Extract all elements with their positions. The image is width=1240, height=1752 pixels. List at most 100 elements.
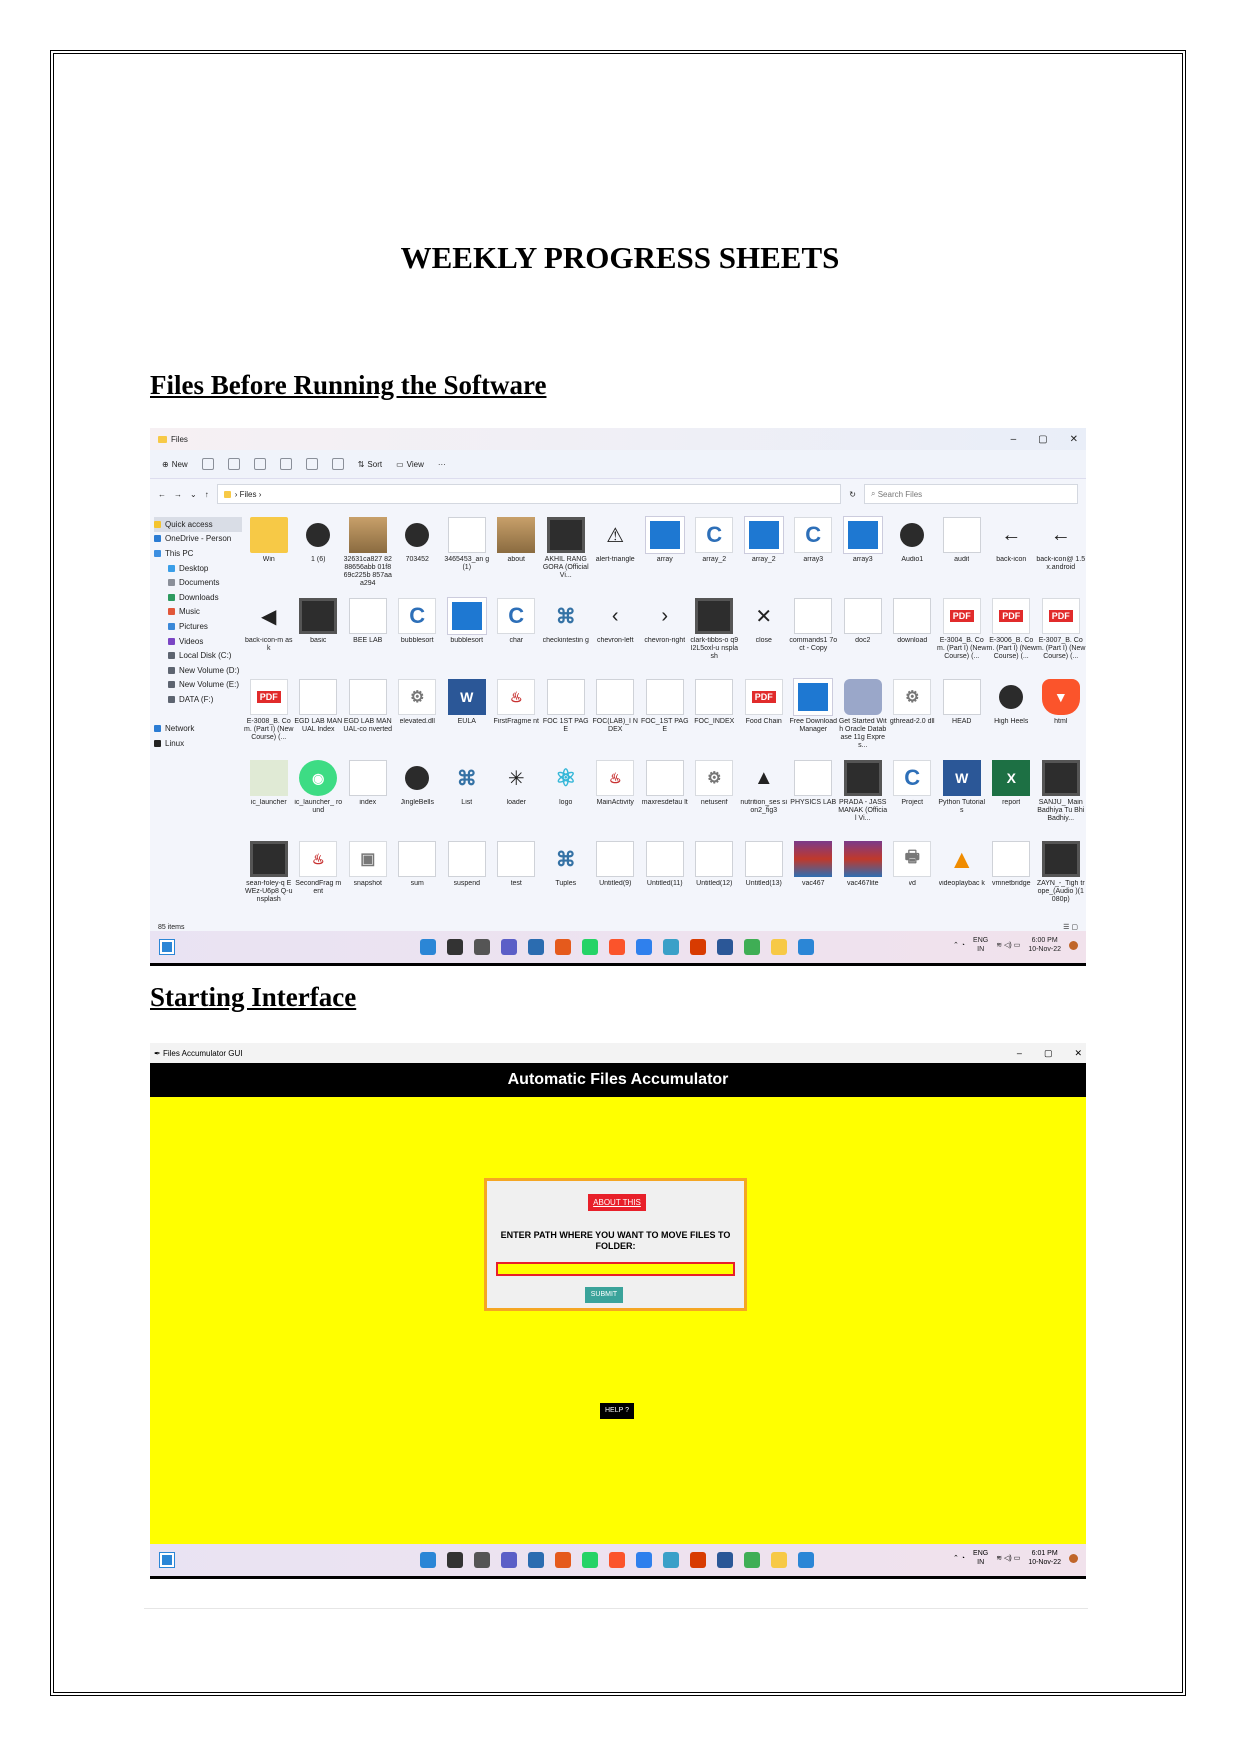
file-item[interactable]: ← back-icon@ 1.5x.android (1036, 513, 1086, 594)
file-item[interactable]: suspend (442, 837, 492, 918)
close-icon[interactable]: ✕ (1074, 1048, 1082, 1059)
taskbar-app-icon[interactable] (798, 939, 814, 955)
file-item[interactable]: › chevron-right (640, 594, 690, 675)
sidebar-item[interactable]: Videos (154, 634, 242, 649)
sidebar-item[interactable]: Documents (154, 575, 242, 590)
file-item[interactable]: array (640, 513, 690, 594)
taskbar-app-icon[interactable] (717, 939, 733, 955)
sidebar-item[interactable]: Linux (154, 736, 242, 751)
taskbar-app-icon[interactable] (744, 939, 760, 955)
file-item[interactable]: ◉ ic_launcher_ round (294, 756, 344, 837)
address-bar[interactable]: › Files › (216, 484, 842, 504)
file-item[interactable]: maxresdefau lt (640, 756, 690, 837)
file-item[interactable]: sean-foley-q EWEz-U6p8 Q-unsplash (244, 837, 294, 918)
close-icon[interactable]: ✕ (1070, 434, 1078, 445)
file-item[interactable]: JingleBells (393, 756, 443, 837)
file-item[interactable]: ⌘ checkintestin g (541, 594, 591, 675)
chevron-up-icon[interactable]: ⌃ ◔ (953, 941, 965, 949)
file-item[interactable]: ♨ FirstFragme nt (492, 675, 542, 756)
taskbar-app-icon[interactable] (555, 939, 571, 955)
cut-icon[interactable] (201, 458, 214, 470)
taskbar-app-icon[interactable] (528, 1552, 544, 1568)
forward-arrow-icon[interactable]: → (174, 490, 182, 499)
file-item[interactable]: AKHIL RANG GORA (Official Vi... (541, 513, 591, 594)
notification-icon[interactable] (1069, 1553, 1078, 1563)
taskbar-app-icon[interactable] (798, 1552, 814, 1568)
taskbar-app-icon[interactable] (690, 1552, 706, 1568)
taskbar-app-icon[interactable] (663, 1552, 679, 1568)
file-item[interactable]: FOC 1ST PAGE (541, 675, 591, 756)
sidebar-item[interactable]: Network (154, 721, 242, 736)
file-item[interactable]: ▲ nutrition_ses sion2_fig3 (739, 756, 789, 837)
file-item[interactable]: W Python Tutorials (937, 756, 987, 837)
taskbar-app-icon[interactable] (501, 1552, 517, 1568)
file-item[interactable]: PDF E-3008_B. Com. (Part I) (New Course) … (244, 675, 294, 756)
file-item[interactable]: 32631ca827 8288656abb 01f869c225b 857aaa… (343, 513, 393, 594)
chevron-up-icon[interactable]: ⌃ ◔ (953, 1554, 965, 1562)
maximize-icon[interactable]: ▢ (1044, 1048, 1053, 1059)
file-item[interactable]: vmnetbridge (987, 837, 1037, 918)
widgets-icon[interactable] (159, 1552, 175, 1568)
file-item[interactable]: doc2 (838, 594, 888, 675)
taskbar-app-icon[interactable] (636, 939, 652, 955)
taskbar-app-icon[interactable] (609, 1552, 625, 1568)
share-icon[interactable] (305, 458, 318, 470)
file-item[interactable]: array_2 (739, 513, 789, 594)
sidebar-item[interactable]: OneDrive - Person (154, 532, 242, 547)
file-item[interactable]: ⌘ List (442, 756, 492, 837)
taskbar-app-icon[interactable] (474, 939, 490, 955)
copy-icon[interactable] (227, 458, 240, 470)
file-item[interactable]: Untitled(13) (739, 837, 789, 918)
taskbar-app-icon[interactable] (717, 1552, 733, 1568)
file-item[interactable]: High Heels (987, 675, 1037, 756)
file-item[interactable]: 3465453_an g (1) (442, 513, 492, 594)
taskbar-app-icon[interactable] (528, 939, 544, 955)
recent-dropdown-icon[interactable]: ⌄ (190, 490, 197, 499)
taskbar-app-icon[interactable] (447, 1552, 463, 1568)
file-item[interactable]: ⚛ logo (541, 756, 591, 837)
file-item[interactable]: Audio1 (888, 513, 938, 594)
file-item[interactable]: vac467lite (838, 837, 888, 918)
file-item[interactable]: 703452 (393, 513, 443, 594)
taskbar-app-icon[interactable] (420, 939, 436, 955)
taskbar-app-icon[interactable] (771, 1552, 787, 1568)
sidebar-item[interactable]: Pictures (154, 619, 242, 634)
path-input[interactable] (496, 1262, 735, 1276)
file-item[interactable]: EGD LAB MANUAL-co nverted (343, 675, 393, 756)
clock[interactable]: 6:01 PM 10-Nov-22 (1028, 1549, 1061, 1567)
file-item[interactable]: BEE LAB (343, 594, 393, 675)
sort-button[interactable]: ⇅ Sort (358, 460, 382, 469)
file-item[interactable]: PDF E-3004_B. Com. (Part I) (New Course) … (937, 594, 987, 675)
sidebar-item[interactable]: New Volume (E:) (154, 678, 242, 693)
sidebar-item[interactable]: Downloads (154, 590, 242, 605)
help-button[interactable]: HELP ? (600, 1403, 634, 1419)
sidebar-item[interactable]: New Volume (D:) (154, 663, 242, 678)
file-item[interactable]: HEAD (937, 675, 987, 756)
file-item[interactable]: Carray_2 (690, 513, 740, 594)
minimize-icon[interactable]: – (1017, 1048, 1022, 1059)
file-item[interactable]: Get Started With Oracle Database 11g Exp… (838, 675, 888, 756)
file-item[interactable]: index (343, 756, 393, 837)
file-item[interactable]: Untitled(9) (591, 837, 641, 918)
taskbar-app-icon[interactable] (582, 939, 598, 955)
file-item[interactable]: ‹ chevron-left (591, 594, 641, 675)
file-item[interactable]: PDF Food Chain (739, 675, 789, 756)
language-indicator[interactable]: ENG IN (973, 1549, 988, 1567)
file-item[interactable]: FOC(LAB)_I NDEX (591, 675, 641, 756)
view-toggle-icons[interactable]: ☰ ▢ (1063, 923, 1078, 931)
more-options-button[interactable]: ··· (438, 460, 446, 469)
file-item[interactable]: ⚙ netuserif (690, 756, 740, 837)
taskbar-app-icon[interactable] (555, 1552, 571, 1568)
refresh-icon[interactable]: ↻ (849, 490, 856, 499)
notification-icon[interactable] (1069, 940, 1078, 950)
rename-icon[interactable] (279, 458, 292, 470)
sidebar-item[interactable]: This PC (154, 546, 242, 561)
file-item[interactable]: Untitled(12) (690, 837, 740, 918)
file-item[interactable]: Win (244, 513, 294, 594)
taskbar-app-icon[interactable] (501, 939, 517, 955)
delete-icon[interactable] (331, 458, 344, 470)
file-item[interactable]: W EULA (442, 675, 492, 756)
file-item[interactable]: about (492, 513, 542, 594)
file-item[interactable]: commands1 7oct - Copy (789, 594, 839, 675)
taskbar-app-icon[interactable] (636, 1552, 652, 1568)
